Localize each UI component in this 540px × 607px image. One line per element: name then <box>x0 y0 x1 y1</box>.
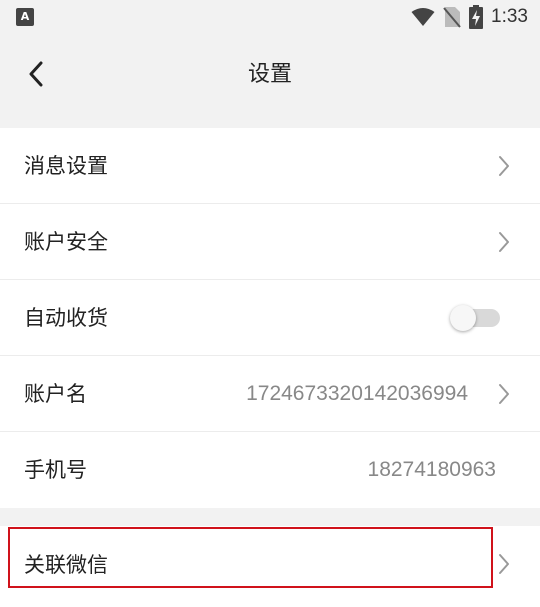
wifi-icon <box>411 8 435 26</box>
auto-receive-row: 自动收货 <box>0 280 540 356</box>
message-settings-row[interactable]: 消息设置 <box>0 128 540 204</box>
link-wechat-label: 关联微信 <box>24 553 108 577</box>
message-settings-label: 消息设置 <box>24 154 108 178</box>
account-security-row[interactable]: 账户安全 <box>0 204 540 280</box>
chevron-left-icon <box>29 61 43 87</box>
status-icons: 1:33 <box>411 4 528 30</box>
app-notification-icon: A <box>16 8 34 26</box>
chevron-right-icon <box>499 554 509 574</box>
toggle-knob <box>450 305 476 331</box>
account-name-value: 1724673320142036994 <box>246 382 468 405</box>
chevron-right-icon <box>499 232 509 252</box>
phone-row: 手机号 18274180963 <box>0 432 540 508</box>
status-time: 1:33 <box>491 6 528 27</box>
link-wechat-row[interactable]: 关联微信 <box>0 526 540 607</box>
no-sim-icon <box>443 7 461 28</box>
account-security-label: 账户安全 <box>24 230 108 254</box>
header: 设置 <box>0 34 540 116</box>
account-name-row[interactable]: 账户名 1724673320142036994 <box>0 356 540 432</box>
status-bar: A 1:33 <box>0 0 540 34</box>
settings-list: 消息设置 账户安全 自动收货 账户名 1724673320142036994 手… <box>0 128 540 508</box>
auto-receive-toggle[interactable] <box>450 305 500 331</box>
chevron-right-icon <box>499 156 509 176</box>
phone-value: 18274180963 <box>367 458 496 481</box>
chevron-right-icon <box>499 384 509 404</box>
phone-label: 手机号 <box>24 458 87 482</box>
battery-charging-icon <box>469 5 484 29</box>
account-name-label: 账户名 <box>24 382 87 406</box>
page-title: 设置 <box>247 62 292 87</box>
back-button[interactable] <box>18 56 54 92</box>
auto-receive-label: 自动收货 <box>24 306 108 330</box>
wechat-list: 关联微信 <box>0 526 540 607</box>
